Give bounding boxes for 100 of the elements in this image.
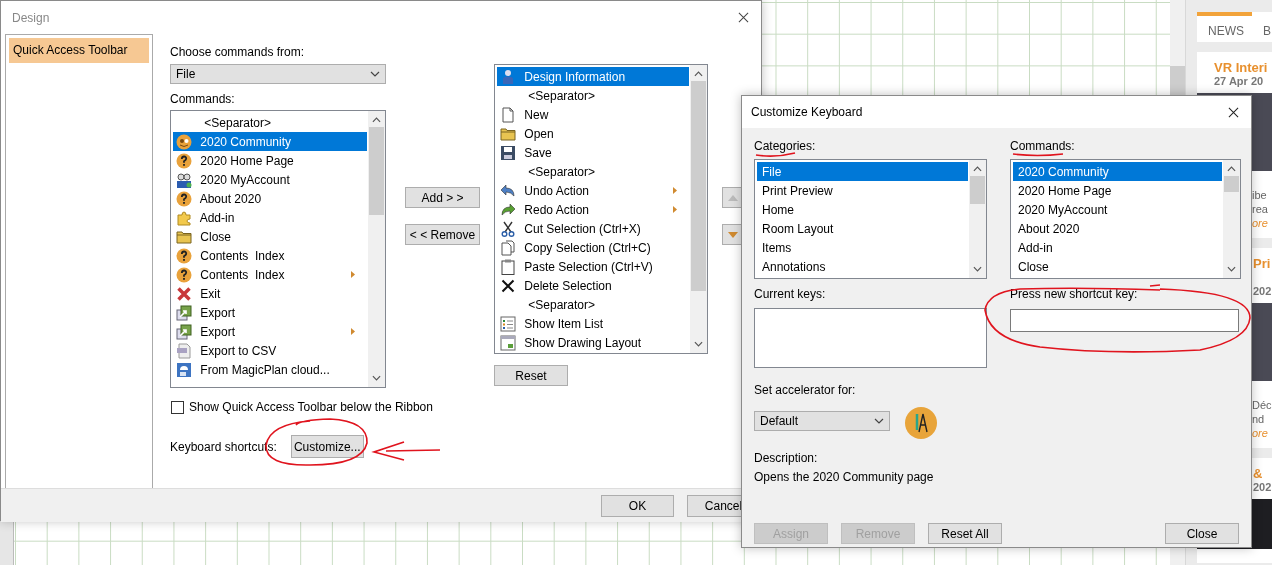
scrollbar-thumb[interactable] — [369, 127, 384, 215]
dialog-button[interactable]: OK — [601, 494, 674, 517]
command-item[interactable]: Add-in — [173, 208, 367, 227]
close-icon[interactable] — [738, 12, 749, 23]
news-tab[interactable]: B — [1252, 12, 1272, 42]
news-excerpt: nd — [1252, 412, 1266, 426]
command-item[interactable]: Show Drawing Layout — [497, 333, 689, 352]
command-item[interactable]: Copy Selection (Ctrl+C) — [497, 238, 689, 257]
command-item[interactable]: Cut Selection (Ctrl+X) — [497, 219, 689, 238]
reset-button[interactable]: Reset — [494, 365, 568, 386]
category-item[interactable]: File — [757, 162, 968, 181]
command-item[interactable]: <Separator> — [497, 295, 689, 314]
people-icon — [176, 171, 192, 188]
category-item[interactable]: Room Layout — [757, 219, 968, 238]
window-title: Design — [12, 10, 50, 25]
command-item[interactable]: Paste Selection (Ctrl+V) — [497, 257, 689, 276]
chevron-up-icon[interactable] — [372, 117, 381, 123]
dialog-button[interactable]: Reset All — [928, 523, 1002, 544]
chevron-down-icon[interactable] — [973, 266, 982, 272]
command-item[interactable]: Delete Selection — [497, 276, 689, 295]
command-item[interactable]: Add-in — [1013, 238, 1222, 257]
question-icon — [176, 152, 192, 169]
command-item[interactable]: Show Item List — [497, 314, 689, 333]
category-item[interactable]: Print Preview — [757, 181, 968, 200]
command-item[interactable]: 2020 MyAccount — [173, 170, 367, 189]
command-item[interactable]: From MagicPlan cloud... — [173, 360, 367, 379]
scrollbar-thumb[interactable] — [691, 81, 706, 291]
category-item[interactable]: Quick Access Toolbar — [9, 38, 149, 63]
chevron-down-icon[interactable] — [1227, 266, 1236, 272]
person-icon — [500, 68, 516, 85]
command-item[interactable]: Contents Index — [173, 246, 367, 265]
chevron-up-icon[interactable] — [973, 166, 982, 172]
dropdown[interactable]: Default — [754, 410, 890, 431]
shortcut-key-field[interactable] — [1010, 309, 1239, 332]
triangle-up-icon — [728, 194, 738, 201]
chevron-down-icon — [874, 417, 884, 424]
category-item[interactable]: Items — [757, 238, 968, 257]
dialog-button[interactable]: Close — [1165, 523, 1239, 544]
export-icon — [176, 304, 192, 321]
command-item[interactable]: 2020 Community — [173, 132, 367, 151]
scrollbar-thumb[interactable] — [970, 176, 985, 204]
scrollbar[interactable] — [368, 111, 385, 387]
scissors-icon — [500, 220, 516, 237]
command-item[interactable]: Export to CSV — [173, 341, 367, 360]
command-item[interactable]: About 2020 — [173, 189, 367, 208]
command-item[interactable]: Open — [497, 124, 689, 143]
command-item[interactable]: 2020 Home Page — [1013, 181, 1222, 200]
command-item[interactable]: Export — [173, 322, 367, 341]
command-item[interactable]: Export — [173, 303, 367, 322]
copy-icon — [500, 239, 516, 256]
command-item[interactable]: Redo Action — [497, 200, 689, 219]
chevron-up-icon[interactable] — [1227, 166, 1236, 172]
redo-icon — [500, 201, 516, 218]
chevron-up-icon[interactable] — [694, 71, 703, 77]
category-item[interactable]: Home — [757, 200, 968, 219]
csv-icon — [176, 342, 192, 359]
move-up-button[interactable] — [722, 187, 744, 208]
current-keys-list[interactable] — [754, 308, 987, 368]
move-down-button[interactable] — [722, 224, 744, 245]
command-item[interactable]: 2020 MyAccount — [1013, 200, 1222, 219]
scrollbar[interactable] — [969, 160, 986, 278]
command-item[interactable]: <Separator> — [497, 162, 689, 181]
clipboard-icon — [500, 258, 516, 275]
news-date: 202 — [1253, 481, 1272, 493]
command-item[interactable]: <Separator> — [173, 113, 367, 132]
command-item[interactable]: Exit — [173, 284, 367, 303]
command-item[interactable]: Save — [497, 143, 689, 162]
command-item[interactable]: Close — [173, 227, 367, 246]
command-item[interactable]: <Separator> — [497, 86, 689, 105]
dropdown[interactable]: File — [170, 64, 386, 84]
field-label: Commands: — [170, 92, 236, 107]
scrollbar-thumb[interactable] — [1224, 176, 1239, 192]
remove-button[interactable]: < < Remove — [405, 224, 480, 245]
command-item[interactable]: Close — [1013, 257, 1222, 276]
category-item[interactable]: Annotations — [757, 257, 968, 276]
command-item[interactable]: Contents Index — [173, 265, 367, 284]
add-button[interactable]: Add > > — [405, 187, 480, 208]
command-item[interactable]: About 2020 — [1013, 219, 1222, 238]
question-icon — [176, 266, 192, 283]
checkbox[interactable] — [171, 400, 184, 414]
news-excerpt: ibe — [1252, 188, 1268, 202]
command-item[interactable]: 2020 Home Page — [173, 151, 367, 170]
command-item[interactable]: Design Information — [497, 67, 689, 86]
close-icon[interactable] — [1228, 106, 1239, 118]
chevron-down-icon[interactable] — [372, 375, 381, 381]
undo-icon — [500, 182, 516, 199]
news-tab[interactable]: NEWS — [1197, 12, 1252, 42]
field-label: Categories: — [754, 139, 817, 154]
command-item[interactable]: Undo Action — [497, 181, 689, 200]
customize-button[interactable]: Customize... — [290, 435, 364, 458]
folder-icon — [176, 228, 192, 245]
description-text: Opens the 2020 Community page — [754, 470, 935, 484]
command-item[interactable]: 2020 Community — [1013, 162, 1222, 181]
field-label: Description: — [754, 451, 819, 466]
command-item[interactable]: New — [497, 105, 689, 124]
chevron-down-icon[interactable] — [694, 341, 703, 347]
list-icon — [500, 315, 516, 332]
scrollbar[interactable] — [1223, 160, 1240, 278]
scrollbar[interactable] — [690, 65, 707, 353]
cloud-file-icon — [176, 361, 192, 378]
